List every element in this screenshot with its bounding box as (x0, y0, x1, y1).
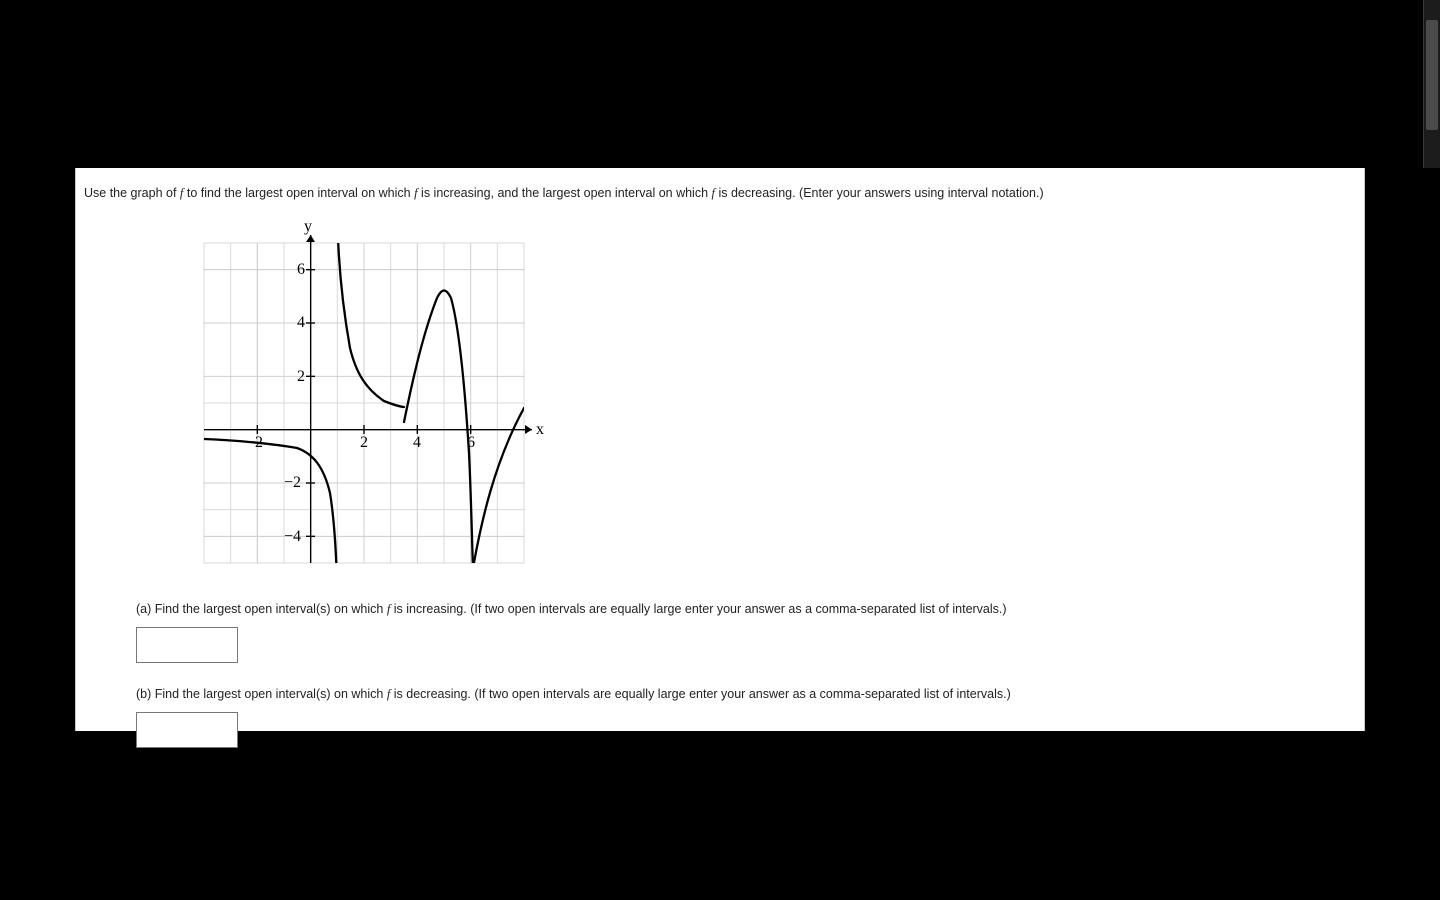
question-b-label: (b) Find the largest open interval(s) on… (136, 687, 1364, 702)
prompt-text-4: is decreasing. (Enter your answers using… (715, 186, 1044, 200)
curve-branch-left (204, 439, 337, 568)
question-a: (a) Find the largest open interval(s) on… (136, 602, 1364, 663)
prompt-text-2: to find the largest open interval on whi… (183, 186, 414, 200)
plot-svg: −2 2 4 6 −4 −2 2 4 6 x y (184, 223, 544, 583)
y-tick-neg4: −4 (284, 528, 301, 545)
x-axis-label: x (536, 421, 544, 438)
answer-input-b[interactable] (136, 712, 238, 748)
scrollbar-thumb[interactable] (1426, 20, 1438, 130)
prompt-text-3: is increasing, and the largest open inte… (418, 186, 712, 200)
q-a-post: is increasing. (If two open intervals ar… (390, 602, 1006, 616)
curve-branch-right (473, 408, 524, 568)
y-tick-neg2: −2 (284, 474, 301, 491)
q-b-pre: (b) Find the largest open interval(s) on… (136, 687, 387, 701)
y-tick-2: 2 (297, 368, 305, 385)
page-root: Use the graph of f to find the largest o… (0, 0, 1440, 900)
question-b: (b) Find the largest open interval(s) on… (136, 687, 1364, 748)
problem-panel: Use the graph of f to find the largest o… (75, 168, 1365, 731)
questions-block: (a) Find the largest open interval(s) on… (136, 602, 1364, 748)
answer-input-a[interactable] (136, 627, 238, 663)
question-a-label: (a) Find the largest open interval(s) on… (136, 602, 1364, 617)
y-tick-4: 4 (297, 314, 305, 331)
q-a-pre: (a) Find the largest open interval(s) on… (136, 602, 387, 616)
q-b-post: is decreasing. (If two open intervals ar… (390, 687, 1010, 701)
function-graph: −2 2 4 6 −4 −2 2 4 6 x y (184, 223, 554, 586)
prompt-text-1: Use the graph of (84, 186, 180, 200)
problem-prompt: Use the graph of f to find the largest o… (76, 168, 1364, 211)
scrollbar-track[interactable] (1423, 0, 1440, 168)
y-axis-label: y (304, 223, 312, 235)
x-tick-4: 4 (413, 434, 421, 451)
y-tick-6: 6 (297, 261, 305, 278)
x-tick-2: 2 (360, 434, 368, 451)
